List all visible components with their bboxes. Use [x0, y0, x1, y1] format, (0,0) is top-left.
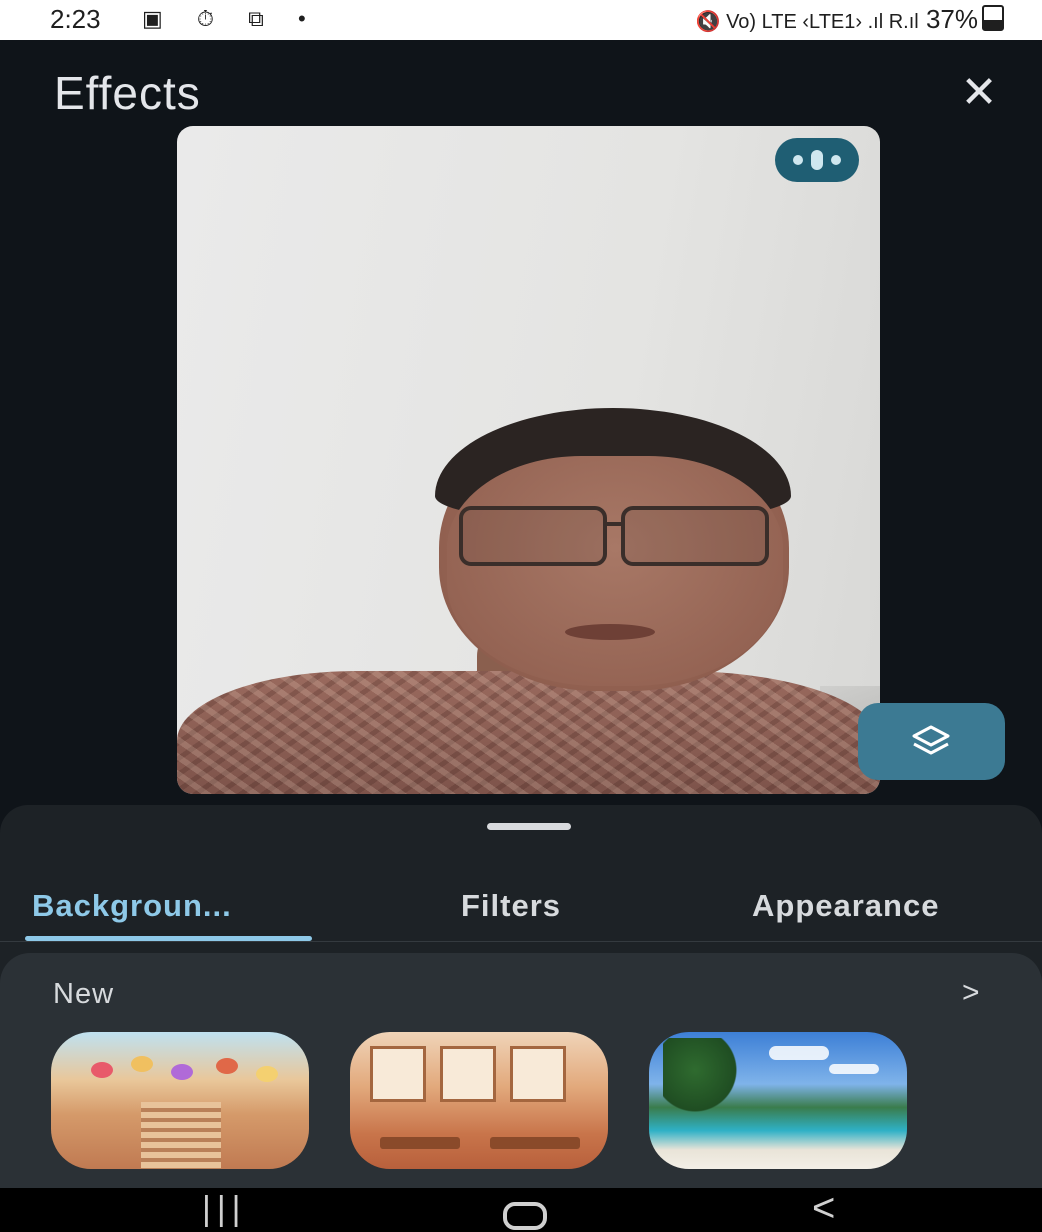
tab-filters[interactable]: Filters: [461, 888, 561, 924]
tab-backgrounds[interactable]: Backgroun...: [32, 888, 232, 924]
tab-appearance[interactable]: Appearance: [752, 888, 939, 924]
signal-icons: 🔇 Vo) LTE ‹LTE1› .ıl R.ıl: [695, 11, 919, 33]
close-button[interactable]: ✕: [956, 70, 1002, 116]
battery-percent: 37%: [925, 4, 978, 34]
background-thumbnail-cafe-interior[interactable]: [350, 1032, 608, 1169]
more-options-button[interactable]: [775, 138, 859, 182]
layers-icon: [912, 725, 950, 755]
sheet-drag-handle[interactable]: [487, 823, 571, 830]
background-thumbnail-tropical-beach[interactable]: [649, 1032, 907, 1169]
person-glasses: [459, 506, 769, 566]
tab-divider: [0, 941, 1042, 942]
status-notification-icons: ▣ ⏱ ⧉ •: [142, 6, 320, 31]
section-title-new: New: [53, 978, 115, 1010]
recent-apps-button[interactable]: |||: [202, 1190, 247, 1229]
camera-preview: [177, 126, 880, 794]
status-time: 2:23: [50, 4, 101, 34]
more-options-icon: [793, 155, 803, 165]
battery-icon: [982, 5, 1004, 31]
person-mouth: [565, 624, 655, 640]
person-face: [447, 456, 783, 686]
chevron-right-icon[interactable]: >: [962, 976, 980, 1010]
close-icon: ✕: [960, 68, 998, 117]
status-bar: 2:23 ▣ ⏱ ⧉ • 🔇 Vo) LTE ‹LTE1› .ıl R.ıl 3…: [0, 0, 1042, 40]
page-title: Effects: [54, 67, 201, 119]
system-navigation-bar: ||| <: [0, 1186, 1042, 1232]
layers-button[interactable]: [858, 703, 1005, 780]
status-right-icons: 🔇 Vo) LTE ‹LTE1› .ıl R.ıl 37%: [696, 4, 1004, 35]
person-shirt: [177, 671, 880, 794]
back-button[interactable]: <: [812, 1186, 835, 1231]
home-button[interactable]: [503, 1202, 547, 1230]
background-thumbnail-street-market[interactable]: [51, 1032, 309, 1169]
